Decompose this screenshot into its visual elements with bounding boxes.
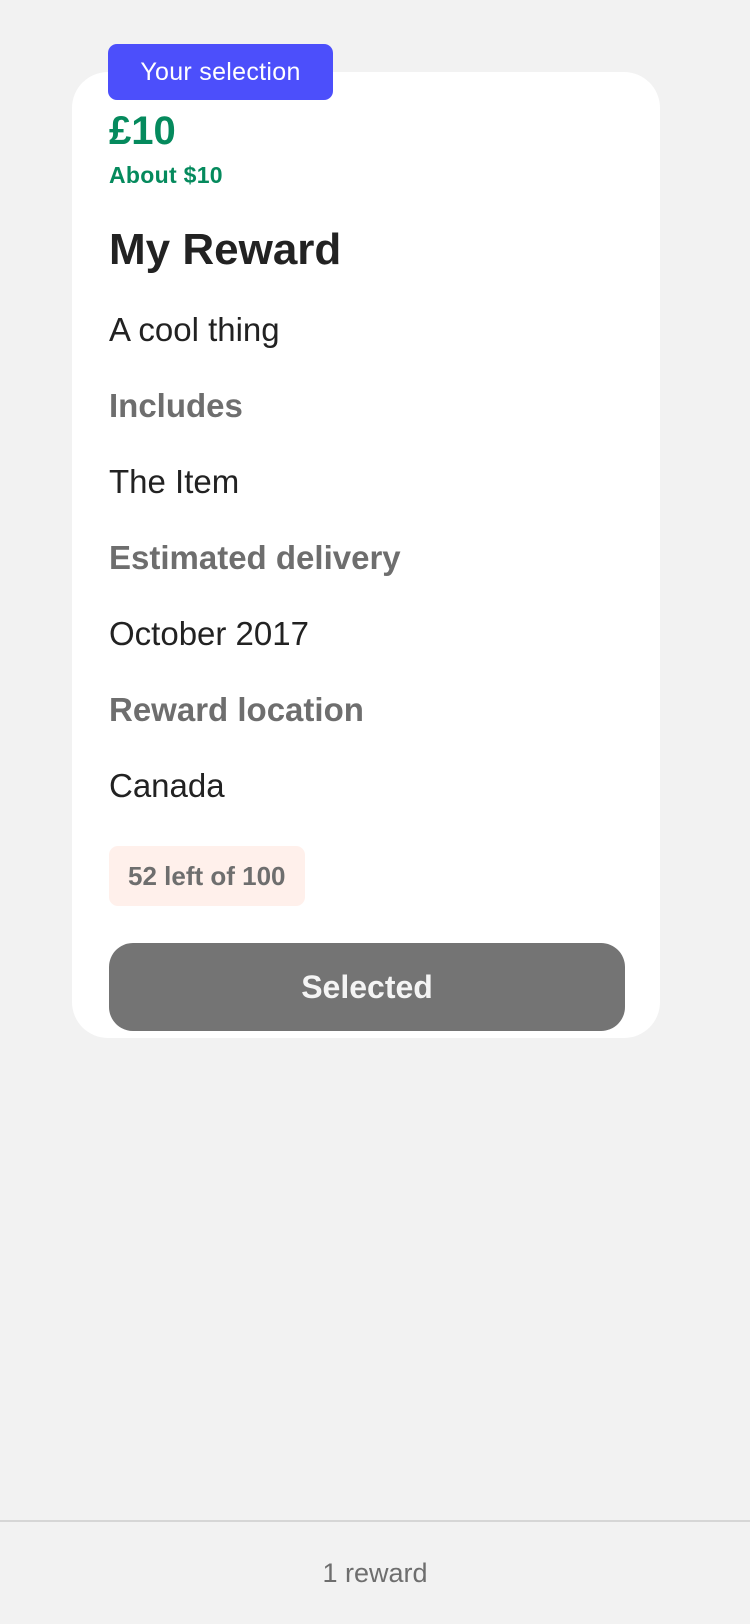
footer-bar: 1 reward xyxy=(0,1520,750,1624)
estimated-delivery-heading: Estimated delivery xyxy=(109,539,401,576)
estimated-delivery-value: October 2017 xyxy=(109,615,309,652)
converted-price: About $10 xyxy=(109,162,223,188)
reward-count-label: 1 reward xyxy=(322,1558,428,1588)
includes-value: The Item xyxy=(109,463,240,500)
reward-description: A cool thing xyxy=(109,311,280,348)
reward-location-heading: Reward location xyxy=(109,691,364,728)
reward-card-content: £10 About $10 My Reward A cool thing Inc… xyxy=(109,104,625,1031)
includes-heading: Includes xyxy=(109,387,243,424)
reward-price: £10 xyxy=(109,109,176,153)
selected-button[interactable]: Selected xyxy=(109,943,625,1031)
reward-screen: Your selection £10 About $10 My Reward A… xyxy=(0,0,750,1624)
reward-location-value: Canada xyxy=(109,767,225,804)
your-selection-badge: Your selection xyxy=(108,44,333,100)
reward-title: My Reward xyxy=(109,225,342,274)
remaining-quantity-badge: 52 left of 100 xyxy=(109,846,305,906)
